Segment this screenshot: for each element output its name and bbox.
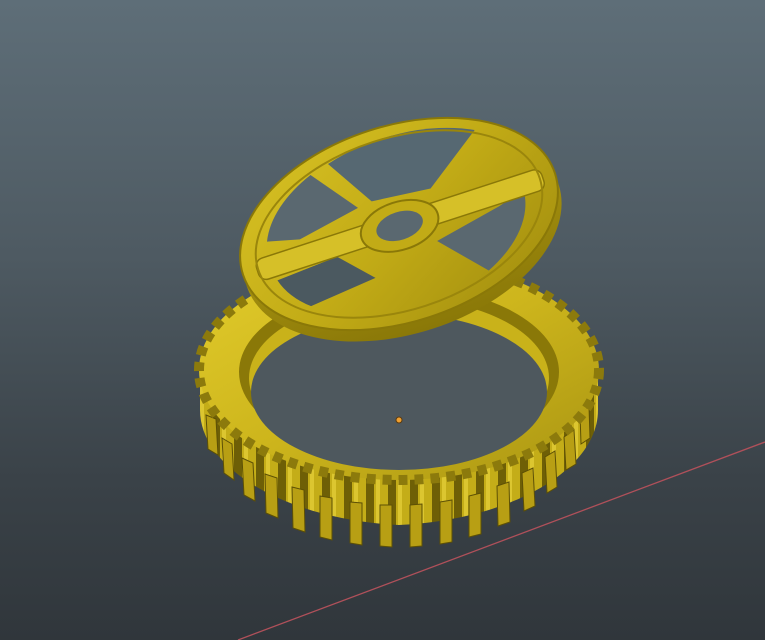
origin-marker[interactable]: [395, 416, 403, 424]
gear-bore: [251, 314, 547, 470]
scene-canvas[interactable]: [0, 0, 765, 640]
3d-viewport[interactable]: [0, 0, 765, 640]
